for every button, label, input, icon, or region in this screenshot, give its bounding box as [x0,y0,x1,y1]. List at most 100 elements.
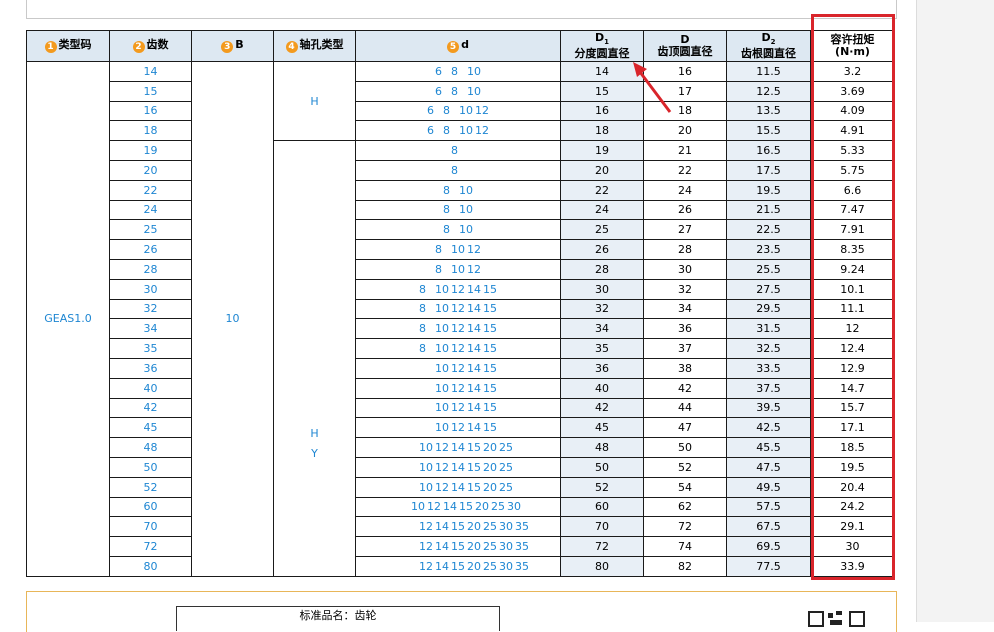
dd-cell: 36 [643,318,727,340]
d1-cell: 16 [560,100,644,122]
d2-cell: 19.5 [726,179,811,201]
dd-cell: 52 [643,456,727,478]
d-value: 20 [467,540,481,554]
bore-type-cell-hy: HY [273,140,356,577]
dd-cell: 74 [643,536,727,557]
d-value: 30 [499,540,513,554]
torque-cell: 24.2 [810,496,895,518]
d-value: 14 [451,480,465,494]
type-code-cell: GEAS1.0 [26,61,110,577]
d-value: 15 [451,540,465,554]
standard-name-label: 标准品名：齿轮 [299,609,377,622]
table-row: 22 8 10 22 24 19.5 6.6 [27,179,895,201]
d-value: 25 [483,540,497,554]
d-value: 15 [459,500,473,514]
d-values-cell: 10 12 14 15 20 25 30 [355,496,561,518]
torque-cell: 7.47 [810,199,895,221]
d-value: 15 [483,322,497,336]
d-value: 25 [491,500,505,514]
d-values-cell: 10 12 14 15 [355,377,561,399]
dd-cell: 20 [643,120,727,142]
table-row: 28 8 10 12 28 30 25.5 9.24 [27,258,895,280]
table-row: 70 12 14 15 20 25 30 35 70 72 67.5 29.1 [27,516,895,538]
d-value: 14 [451,441,465,455]
d-value: 12 [451,302,465,316]
d1-cell: 45 [560,417,644,439]
torque-cell: 33.9 [810,555,895,577]
d-value: 10 [459,183,473,197]
bore-type-cell-h: H [273,60,356,142]
d-values-cell: 6 8 10 [355,80,561,102]
d-value: 12 [467,262,481,276]
d-value: 12 [427,500,441,514]
table-row: 42 10 12 14 15 42 44 39.5 15.7 [27,397,895,419]
teeth-cell: 20 [109,159,192,181]
dd-cell: 54 [643,476,727,498]
d-value: 12 [419,559,433,573]
teeth-cell: 42 [109,397,192,419]
d-value: 20 [483,441,497,455]
col-header-d2: D2 齿根圆直径 [726,30,811,62]
d-value: 6 [435,64,442,78]
d-value: 14 [451,460,465,474]
teeth-cell: 50 [109,456,192,478]
table-row: 80 12 14 15 20 25 30 35 80 82 77.5 33.9 [27,555,895,577]
d-values-cell: 8 10 12 14 15 [355,278,561,300]
badge-5: 5 [447,41,460,53]
d1-cell: 52 [560,476,644,498]
dd-cell: 42 [643,377,727,399]
d-value: 8 [451,64,458,78]
col-header-torque: 容许扭矩 (N·m) [810,30,895,62]
d-values-cell: 12 14 15 20 25 30 35 [355,555,561,577]
d-value: 10 [435,322,449,336]
badge-2: 2 [132,41,145,53]
dd-cell: 21 [643,140,727,161]
torque-cell: 12.9 [810,357,895,379]
d2-cell: 15.5 [726,120,811,142]
d-value: 12 [435,480,449,494]
d-value: 10 [419,441,433,455]
d-values-cell: 8 10 [355,179,561,201]
d-value: 10 [435,302,449,316]
torque-cell: 30 [810,536,895,557]
d-values-cell: 10 12 14 15 [355,417,561,439]
torque-cell: 17.1 [810,417,895,439]
table-row: 20 8 20 22 17.5 5.75 [27,159,895,181]
d-value: 15 [467,480,481,494]
d1-cell: 24 [560,199,644,221]
d1-cell: 60 [560,496,644,518]
dd-cell: 72 [643,516,727,538]
d-value: 12 [451,421,465,435]
d-value: 14 [467,401,481,415]
d2-cell: 29.5 [726,298,811,320]
teeth-cell: 26 [109,239,192,260]
d2-cell: 37.5 [726,377,811,399]
table-row: GEAS1.0 14 10 H 6 8 10 14 16 11.5 3.2 [26,60,895,577]
table-body: GEAS1.0 14 10 H 6 8 10 14 16 11.5 3.2 15 6 8 10 15 17 12.… [26,60,895,577]
d-value: 14 [435,540,449,554]
teeth-cell: 16 [109,100,192,122]
d1-cell: 80 [560,555,644,577]
d-value: 20 [483,480,497,494]
d-value: 20 [475,500,489,514]
teeth-cell: 15 [109,80,192,102]
d1-cell: 22 [560,179,644,201]
d-values-cell: 10 12 14 15 20 25 [355,456,561,478]
d1-cell: 72 [560,536,644,557]
d1-cell: 25 [560,219,644,241]
d-value: 14 [435,559,449,573]
d2-cell: 77.5 [726,555,811,577]
d-value: 15 [483,282,497,296]
d-value: 12 [451,282,465,296]
col-header-type-code: 1 类型码 [26,30,110,62]
d2-cell: 42.5 [726,417,811,439]
teeth-cell: 18 [109,120,192,142]
table-row: 52 10 12 14 15 20 25 52 54 49.5 20.4 [27,476,895,498]
d-value: 10 [435,421,449,435]
dd-cell: 32 [643,278,727,300]
d-value: 10 [419,480,433,494]
d-value: 25 [499,441,513,455]
d-value: 30 [499,520,513,534]
d2-cell: 33.5 [726,357,811,379]
d-values-cell: 10 12 14 15 [355,397,561,419]
